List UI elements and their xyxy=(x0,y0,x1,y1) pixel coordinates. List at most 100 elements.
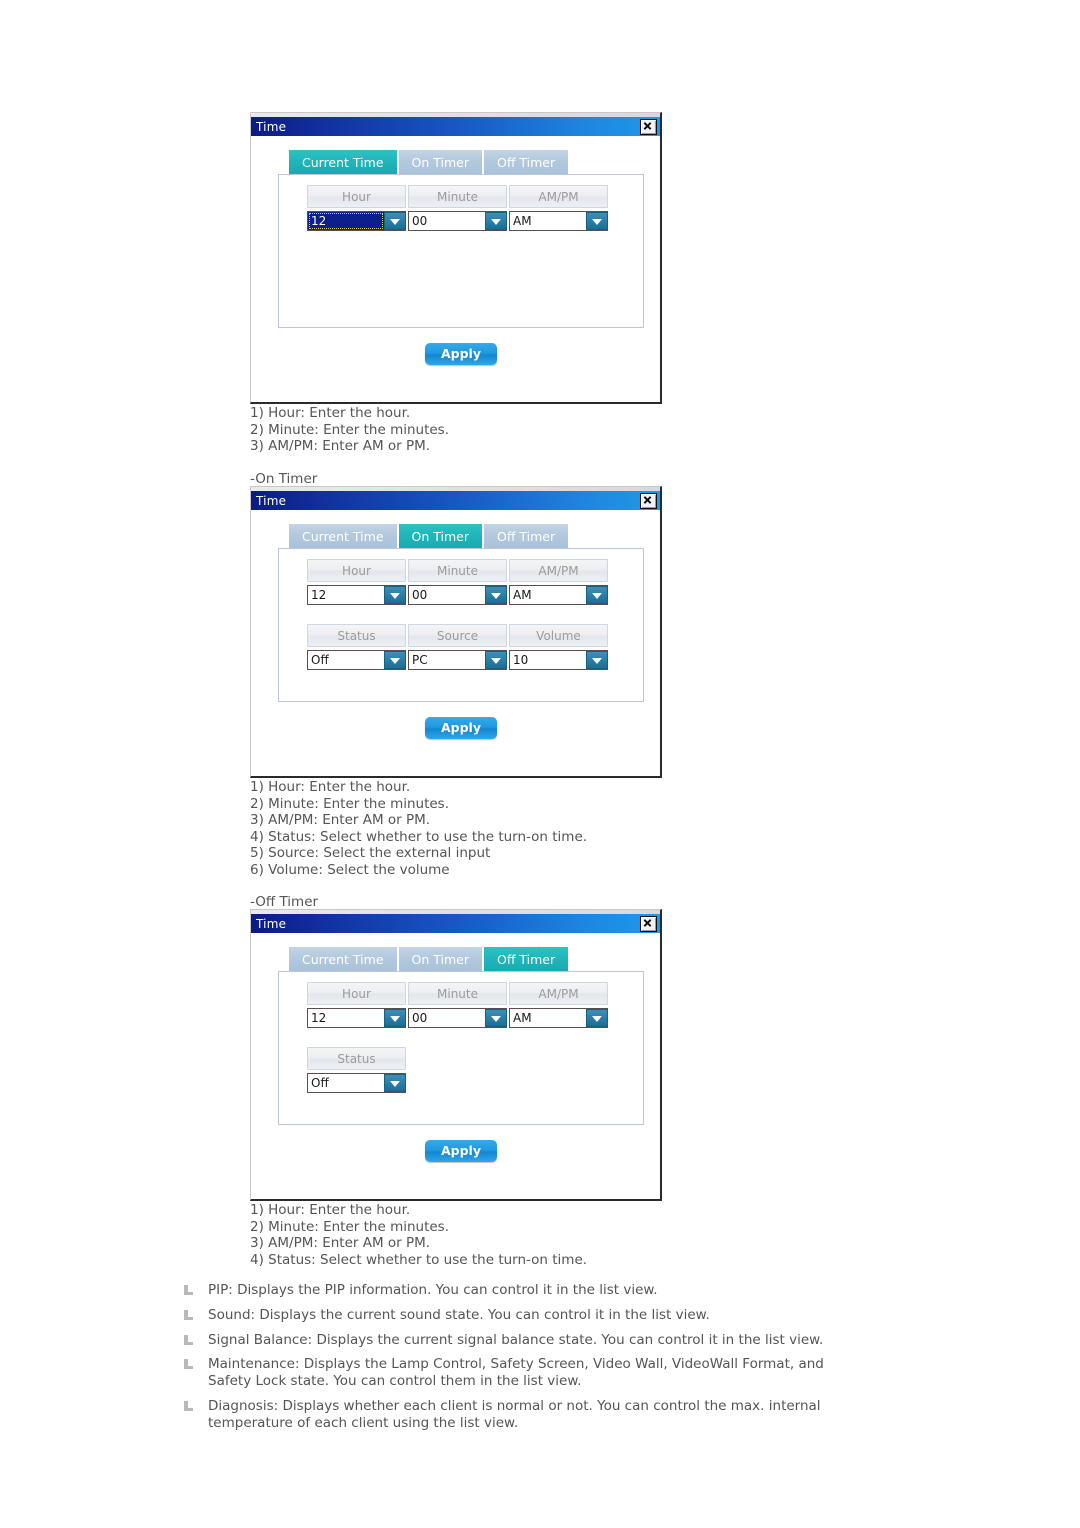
field-row-time: Hour 12 Minute 00 AM/PM AM xyxy=(307,185,610,231)
minute-value: 00 xyxy=(409,586,485,604)
field-minute: Minute 00 xyxy=(408,559,507,605)
chevron-down-icon[interactable] xyxy=(586,212,608,230)
pointer-bullet-icon xyxy=(183,1282,208,1297)
settings-panel: Hour 12 Minute 00 AM/PM AM xyxy=(278,971,644,1125)
apply-button[interactable]: Apply xyxy=(425,1140,497,1162)
chevron-down-icon[interactable] xyxy=(586,586,608,604)
apply-button[interactable]: Apply xyxy=(425,717,497,739)
field-ampm: AM/PM AM xyxy=(509,559,608,605)
ampm-value: AM xyxy=(510,1009,586,1027)
field-label-status: Status xyxy=(307,624,406,647)
chevron-down-icon[interactable] xyxy=(384,1009,406,1027)
field-row-time: Hour 12 Minute 00 AM/PM AM xyxy=(307,559,610,605)
tab-on-timer[interactable]: On Timer xyxy=(398,947,482,972)
dialog-body: Current Time On Timer Off Timer Hour 12 … xyxy=(251,933,660,1199)
hour-select[interactable]: 12 xyxy=(307,585,406,605)
title-bar: Time xyxy=(251,491,660,510)
chevron-down-icon[interactable] xyxy=(586,1009,608,1027)
chevron-down-icon[interactable] xyxy=(384,212,406,230)
minute-select[interactable]: 00 xyxy=(408,211,507,231)
field-label-ampm: AM/PM xyxy=(509,982,608,1005)
close-icon[interactable] xyxy=(640,118,657,135)
title-bar: Time xyxy=(251,914,660,933)
feature-bullet-list: PIP: Displays the PIP information. You c… xyxy=(183,1282,863,1440)
field-status: Status Off xyxy=(307,1047,406,1093)
hour-select[interactable]: 12 xyxy=(307,211,406,231)
field-label-hour: Hour xyxy=(307,982,406,1005)
minute-value: 00 xyxy=(409,1009,485,1027)
field-label-ampm: AM/PM xyxy=(509,185,608,208)
tab-bar: Current Time On Timer Off Timer xyxy=(289,947,570,972)
volume-value: 10 xyxy=(510,651,586,669)
time-dialog-current-time: Time Current Time On Timer Off Timer Hou… xyxy=(250,112,662,404)
settings-panel: Hour 12 Minute 00 AM/PM AM xyxy=(278,548,644,702)
list-item-text: PIP: Displays the PIP information. You c… xyxy=(208,1282,658,1298)
chevron-down-icon[interactable] xyxy=(485,651,507,669)
pointer-bullet-icon xyxy=(183,1332,208,1347)
off-timer-heading: -Off Timer xyxy=(250,894,319,910)
field-label-ampm: AM/PM xyxy=(509,559,608,582)
hour-value: 12 xyxy=(308,212,384,230)
time-dialog-on-timer: Time Current Time On Timer Off Timer Hou… xyxy=(250,486,662,778)
field-source: Source PC xyxy=(408,624,507,670)
list-item: Sound: Displays the current sound state.… xyxy=(183,1307,863,1324)
minute-select[interactable]: 00 xyxy=(408,585,507,605)
chevron-down-icon[interactable] xyxy=(485,212,507,230)
chevron-down-icon[interactable] xyxy=(384,651,406,669)
tab-on-timer[interactable]: On Timer xyxy=(398,150,482,175)
chevron-down-icon[interactable] xyxy=(384,1074,406,1092)
field-label-minute: Minute xyxy=(408,982,507,1005)
tab-off-timer[interactable]: Off Timer xyxy=(483,524,569,549)
field-label-hour: Hour xyxy=(307,559,406,582)
tab-bar: Current Time On Timer Off Timer xyxy=(289,150,570,175)
window-title: Time xyxy=(256,916,287,931)
apply-button[interactable]: Apply xyxy=(425,343,497,365)
current-time-notes: 1) Hour: Enter the hour. 2) Minute: Ente… xyxy=(250,405,450,455)
pointer-bullet-icon xyxy=(183,1398,208,1413)
status-select[interactable]: Off xyxy=(307,1073,406,1093)
window-title: Time xyxy=(256,119,287,134)
list-item: Signal Balance: Displays the current sig… xyxy=(183,1332,863,1349)
chevron-down-icon[interactable] xyxy=(384,586,406,604)
tab-off-timer[interactable]: Off Timer xyxy=(483,947,569,972)
field-hour: Hour 12 xyxy=(307,559,406,605)
field-hour: Hour 12 xyxy=(307,185,406,231)
chevron-down-icon[interactable] xyxy=(586,651,608,669)
minute-select[interactable]: 00 xyxy=(408,1008,507,1028)
ampm-value: AM xyxy=(510,586,586,604)
volume-select[interactable]: 10 xyxy=(509,650,608,670)
source-select[interactable]: PC xyxy=(408,650,507,670)
tab-current-time[interactable]: Current Time xyxy=(289,524,397,549)
off-timer-notes: 1) Hour: Enter the hour. 2) Minute: Ente… xyxy=(250,1202,588,1268)
pointer-bullet-icon xyxy=(183,1356,208,1371)
field-volume: Volume 10 xyxy=(509,624,608,670)
field-row-time: Hour 12 Minute 00 AM/PM AM xyxy=(307,982,610,1028)
tab-current-time[interactable]: Current Time xyxy=(289,947,397,972)
status-select[interactable]: Off xyxy=(307,650,406,670)
field-ampm: AM/PM AM xyxy=(509,185,608,231)
hour-select[interactable]: 12 xyxy=(307,1008,406,1028)
status-value: Off xyxy=(308,651,384,669)
chevron-down-icon[interactable] xyxy=(485,586,507,604)
list-item-text: Maintenance: Displays the Lamp Control, … xyxy=(208,1356,824,1390)
pointer-bullet-icon xyxy=(183,1307,208,1322)
chevron-down-icon[interactable] xyxy=(485,1009,507,1027)
source-value: PC xyxy=(409,651,485,669)
dialog-body: Current Time On Timer Off Timer Hour 12 … xyxy=(251,510,660,776)
minute-value: 00 xyxy=(409,212,485,230)
close-icon[interactable] xyxy=(640,915,657,932)
tab-off-timer[interactable]: Off Timer xyxy=(483,150,569,175)
list-item: PIP: Displays the PIP information. You c… xyxy=(183,1282,863,1299)
settings-panel: Hour 12 Minute 00 AM/PM AM xyxy=(278,174,644,328)
tab-current-time[interactable]: Current Time xyxy=(289,150,397,175)
field-minute: Minute 00 xyxy=(408,185,507,231)
close-icon[interactable] xyxy=(640,492,657,509)
ampm-select[interactable]: AM xyxy=(509,1008,608,1028)
field-label-minute: Minute xyxy=(408,185,507,208)
list-item-text: Signal Balance: Displays the current sig… xyxy=(208,1331,824,1348)
tab-on-timer[interactable]: On Timer xyxy=(398,524,482,549)
ampm-select[interactable]: AM xyxy=(509,211,608,231)
list-item: Diagnosis: Displays whether each client … xyxy=(183,1398,863,1432)
field-label-minute: Minute xyxy=(408,559,507,582)
ampm-select[interactable]: AM xyxy=(509,585,608,605)
